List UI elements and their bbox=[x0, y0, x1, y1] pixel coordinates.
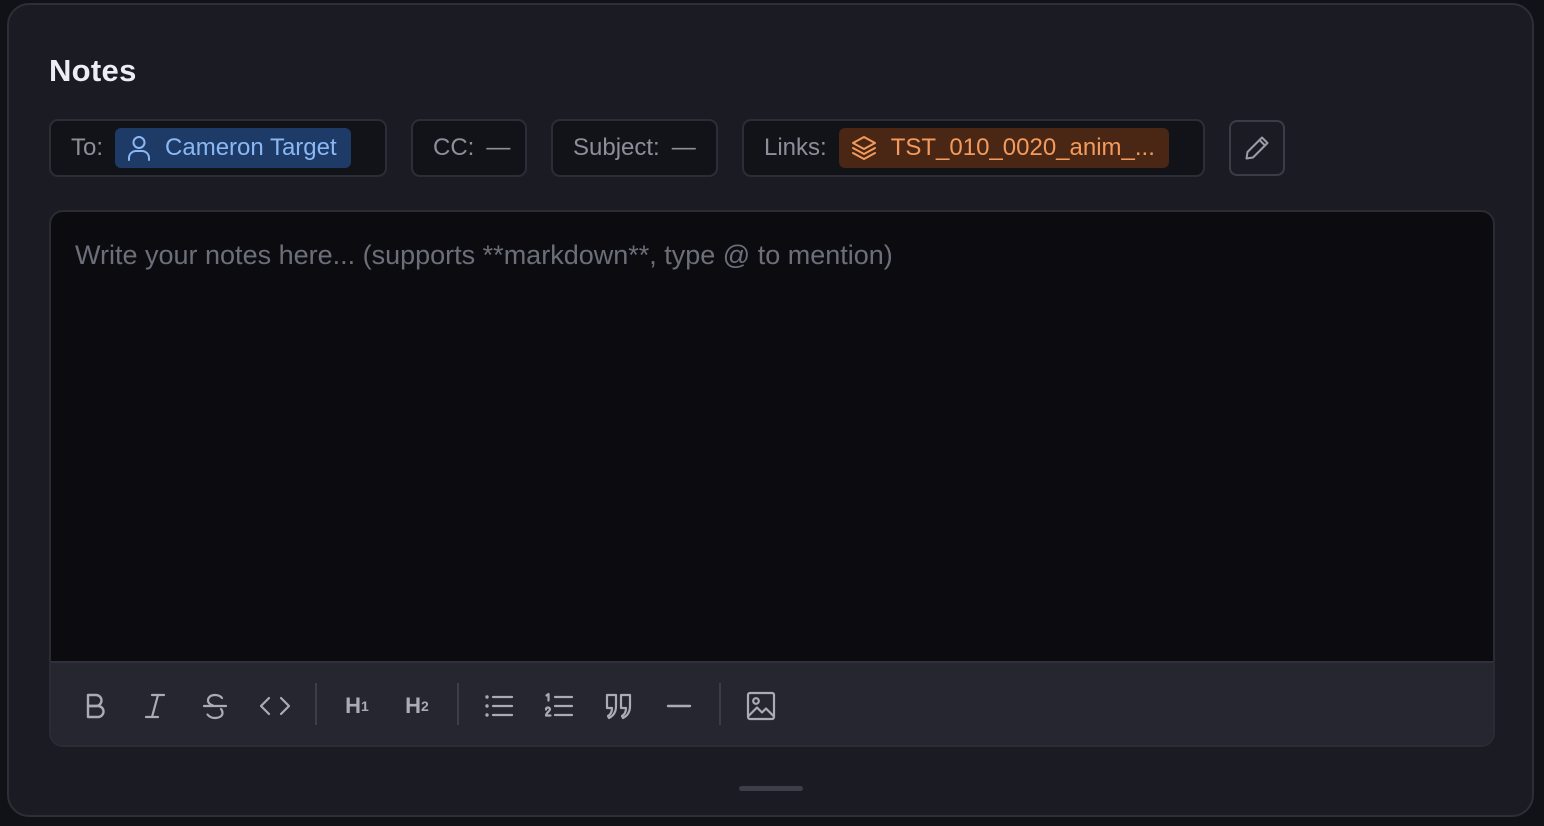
bullet-list-icon bbox=[485, 695, 514, 717]
resize-handle[interactable] bbox=[739, 786, 803, 791]
italic-button[interactable] bbox=[133, 684, 177, 728]
horizontal-rule-icon bbox=[666, 704, 692, 708]
recipient-name: Cameron Target bbox=[165, 134, 337, 161]
cc-field[interactable]: CC: — bbox=[411, 119, 527, 177]
links-label: Links: bbox=[764, 134, 827, 161]
image-icon bbox=[746, 691, 776, 721]
edit-button[interactable] bbox=[1229, 120, 1285, 176]
horizontal-rule-button[interactable] bbox=[657, 684, 701, 728]
strikethrough-icon bbox=[202, 693, 228, 720]
to-label: To: bbox=[71, 134, 104, 161]
heading-1-label: H bbox=[345, 693, 362, 718]
bold-icon bbox=[86, 693, 105, 719]
heading-1-level: 1 bbox=[361, 698, 369, 714]
bold-button[interactable] bbox=[73, 684, 117, 728]
bullet-list-button[interactable] bbox=[477, 684, 521, 728]
toolbar-divider bbox=[719, 683, 721, 725]
quote-icon bbox=[605, 693, 632, 720]
subject-label: Subject: bbox=[573, 134, 660, 161]
pencil-icon bbox=[1245, 136, 1269, 160]
quote-button[interactable] bbox=[597, 684, 641, 728]
notes-placeholder: Write your notes here... (supports **mar… bbox=[75, 240, 893, 270]
subject-field[interactable]: Subject: — bbox=[551, 119, 718, 177]
recipient-chip[interactable]: Cameron Target bbox=[115, 128, 351, 168]
layers-icon bbox=[851, 136, 876, 160]
toolbar-divider bbox=[315, 683, 317, 725]
heading-1-button[interactable]: H1 bbox=[335, 684, 379, 728]
toolbar-divider bbox=[457, 683, 459, 725]
code-icon bbox=[259, 696, 291, 716]
cc-label: CC: bbox=[433, 134, 475, 161]
heading-2-button[interactable]: H2 bbox=[395, 684, 439, 728]
numbered-list-button[interactable] bbox=[537, 684, 581, 728]
links-field[interactable]: Links: TST_010_0020_anim_... bbox=[742, 119, 1205, 177]
heading-2-label: H bbox=[405, 693, 422, 718]
formatting-toolbar: H1 H2 bbox=[51, 661, 1493, 745]
user-icon bbox=[128, 136, 151, 161]
numbered-list-icon bbox=[544, 692, 574, 717]
subject-value: — bbox=[671, 134, 696, 161]
heading-2-level: 2 bbox=[421, 698, 429, 714]
to-field[interactable]: To: Cameron Target bbox=[49, 119, 387, 177]
code-button[interactable] bbox=[253, 684, 297, 728]
cc-value: — bbox=[486, 134, 511, 161]
panel-title: Notes bbox=[49, 53, 137, 88]
notes-panel: Notes To: Cameron Target CC: — Subject: … bbox=[7, 3, 1534, 817]
image-button[interactable] bbox=[739, 684, 783, 728]
link-chip[interactable]: TST_010_0020_anim_... bbox=[838, 128, 1169, 168]
notes-editor: Write your notes here... (supports **mar… bbox=[49, 210, 1495, 747]
italic-icon bbox=[144, 693, 166, 719]
link-name: TST_010_0020_anim_... bbox=[890, 134, 1155, 161]
notes-textarea[interactable]: Write your notes here... (supports **mar… bbox=[51, 212, 1493, 661]
strikethrough-button[interactable] bbox=[193, 684, 237, 728]
